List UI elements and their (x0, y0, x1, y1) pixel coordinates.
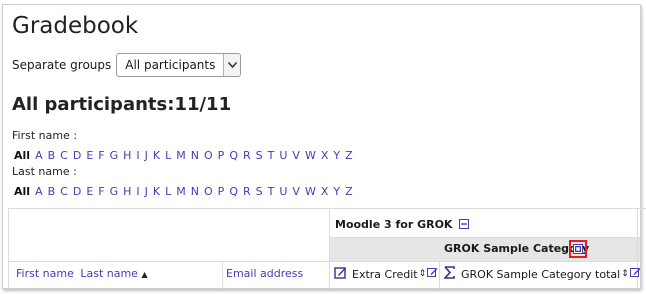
last-name-initial-w[interactable]: W (305, 185, 316, 198)
last-name-initial-t[interactable]: T (268, 185, 275, 198)
first-name-initials-bar: All A B C D E F G H I J K L M N O P Q R S T U V W X Y Z (14, 149, 358, 162)
last-name-initial-x[interactable]: X (321, 185, 329, 198)
first-name-initial-d[interactable]: D (73, 149, 81, 162)
last-name-label: Last name : (12, 165, 77, 178)
first-name-initial-y[interactable]: Y (333, 149, 340, 162)
first-name-initial-t[interactable]: T (268, 149, 275, 162)
first-name-initial-b[interactable]: B (48, 149, 56, 162)
email-header: Email address (226, 267, 303, 280)
category-header: GROK Sample Category (444, 242, 589, 255)
first-name-initial-i[interactable]: I (136, 149, 139, 162)
sum-icon (443, 266, 456, 282)
assignment-icon (334, 266, 347, 282)
last-name-initial-u[interactable]: U (279, 185, 287, 198)
first-name-initial-x[interactable]: X (321, 149, 329, 162)
last-name-initial-k[interactable]: K (153, 185, 160, 198)
table-border-left (8, 209, 9, 289)
first-name-initial-e[interactable]: E (86, 149, 93, 162)
expand-icon[interactable] (569, 240, 587, 258)
grader-table: Moodle 3 for GROK GROK Sample Category F… (8, 208, 646, 289)
first-name-initial-u[interactable]: U (279, 149, 287, 162)
first-name-label: First name : (12, 129, 78, 142)
groups-select-value: All participants (125, 58, 216, 72)
last-name-initial-f[interactable]: F (98, 185, 104, 198)
last-name-initial-l[interactable]: L (165, 185, 171, 198)
last-name-initial-g[interactable]: G (110, 185, 119, 198)
first-name-initial-p[interactable]: P (218, 149, 225, 162)
last-name-initial-r[interactable]: R (243, 185, 251, 198)
row-divider (8, 261, 640, 262)
column-divider (329, 209, 330, 289)
last-name-initial-all[interactable]: All (14, 185, 30, 198)
first-name-initial-o[interactable]: O (204, 149, 213, 162)
collapse-icon[interactable] (459, 218, 470, 232)
column-divider (222, 261, 223, 289)
category-total-header: GROK Sample Category total ⇕ (443, 266, 641, 282)
first-name-initial-l[interactable]: L (165, 149, 171, 162)
first-name-initial-all[interactable]: All (14, 149, 30, 162)
participants-heading: All participants:11/11 (12, 94, 232, 115)
first-name-initial-g[interactable]: G (110, 149, 119, 162)
page-title: Gradebook (12, 13, 139, 39)
last-name-initial-q[interactable]: Q (229, 185, 238, 198)
last-name-initial-z[interactable]: Z (345, 185, 353, 198)
last-name-sort-link[interactable]: Last name (80, 267, 138, 280)
last-name-initial-a[interactable]: A (35, 185, 43, 198)
course-header-label: Moodle 3 for GROK (335, 218, 453, 231)
last-name-initial-c[interactable]: C (60, 185, 68, 198)
category-total-label: GROK Sample Category total (461, 267, 621, 281)
groups-selector-row: Separate groups All participants (12, 53, 242, 77)
chevron-down-icon[interactable] (223, 54, 241, 76)
last-name-initial-p[interactable]: P (218, 185, 225, 198)
column-divider (439, 261, 440, 289)
edit-icon[interactable] (629, 267, 641, 281)
first-name-initial-w[interactable]: W (305, 149, 316, 162)
first-name-initial-s[interactable]: S (256, 149, 263, 162)
edit-icon[interactable] (427, 267, 438, 281)
email-sort-link[interactable]: Email address (226, 267, 303, 280)
last-name-initial-s[interactable]: S (256, 185, 263, 198)
first-name-initial-a[interactable]: A (35, 149, 43, 162)
course-header: Moodle 3 for GROK (335, 218, 470, 232)
last-name-initial-o[interactable]: O (204, 185, 213, 198)
first-name-initial-c[interactable]: C (60, 149, 68, 162)
category-header-label: GROK Sample Category (444, 242, 590, 255)
sort-both-icon[interactable]: ⇕ (419, 269, 427, 279)
sort-ascending-icon: ▲ (141, 270, 148, 279)
last-name-initial-m[interactable]: M (176, 185, 186, 198)
first-name-initial-m[interactable]: M (176, 149, 186, 162)
row-divider (330, 237, 640, 238)
first-name-initial-k[interactable]: K (153, 149, 160, 162)
first-name-initial-r[interactable]: R (243, 149, 251, 162)
last-name-initial-b[interactable]: B (48, 185, 56, 198)
first-name-initial-v[interactable]: V (292, 149, 300, 162)
sort-both-icon[interactable]: ⇕ (621, 269, 629, 279)
last-name-initials-bar: All A B C D E F G H I J K L M N O P Q R S T U V W X Y Z (14, 185, 358, 198)
first-name-initial-z[interactable]: Z (345, 149, 353, 162)
last-name-initial-h[interactable]: H (123, 185, 131, 198)
extra-credit-header: Extra Credit ⇕ (334, 266, 438, 282)
first-name-initial-h[interactable]: H (123, 149, 131, 162)
last-name-initial-i[interactable]: I (136, 185, 139, 198)
groups-label: Separate groups (12, 58, 112, 72)
last-name-initial-j[interactable]: J (145, 185, 148, 198)
last-name-initial-n[interactable]: N (191, 185, 199, 198)
last-name-initial-d[interactable]: D (73, 185, 81, 198)
groups-select[interactable]: All participants (116, 53, 242, 77)
extra-credit-label: Extra Credit (352, 267, 418, 281)
last-name-initial-e[interactable]: E (86, 185, 93, 198)
first-name-sort-link[interactable]: First name (16, 267, 74, 280)
first-name-initial-q[interactable]: Q (229, 149, 238, 162)
last-name-initial-y[interactable]: Y (333, 185, 340, 198)
name-header: First name Last name ▲ (16, 267, 148, 280)
last-name-initial-v[interactable]: V (292, 185, 300, 198)
first-name-initial-j[interactable]: J (145, 149, 148, 162)
first-name-initial-n[interactable]: N (191, 149, 199, 162)
first-name-initial-f[interactable]: F (98, 149, 104, 162)
